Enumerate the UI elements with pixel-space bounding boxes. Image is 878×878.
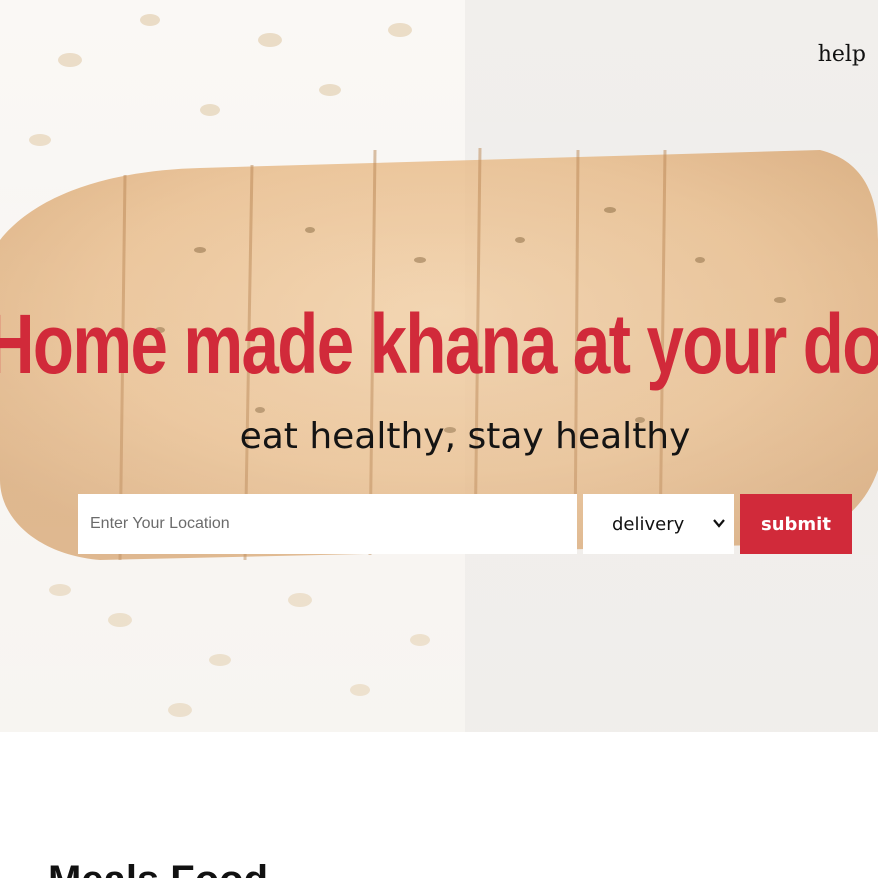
- hero-tagline: eat healthy, stay healthy: [239, 416, 691, 457]
- help-link[interactable]: help: [818, 42, 866, 67]
- hero-banner: help Home made khana at your door eat he…: [0, 0, 878, 732]
- delivery-mode-value: delivery: [612, 513, 685, 535]
- chevron-down-icon: [713, 519, 725, 528]
- location-input[interactable]: [78, 494, 577, 554]
- delivery-mode-select[interactable]: delivery: [583, 494, 734, 554]
- hero-headline: Home made khana at your door: [0, 297, 878, 391]
- submit-button[interactable]: submit: [740, 494, 852, 554]
- section-title: Meals Food: [48, 858, 268, 878]
